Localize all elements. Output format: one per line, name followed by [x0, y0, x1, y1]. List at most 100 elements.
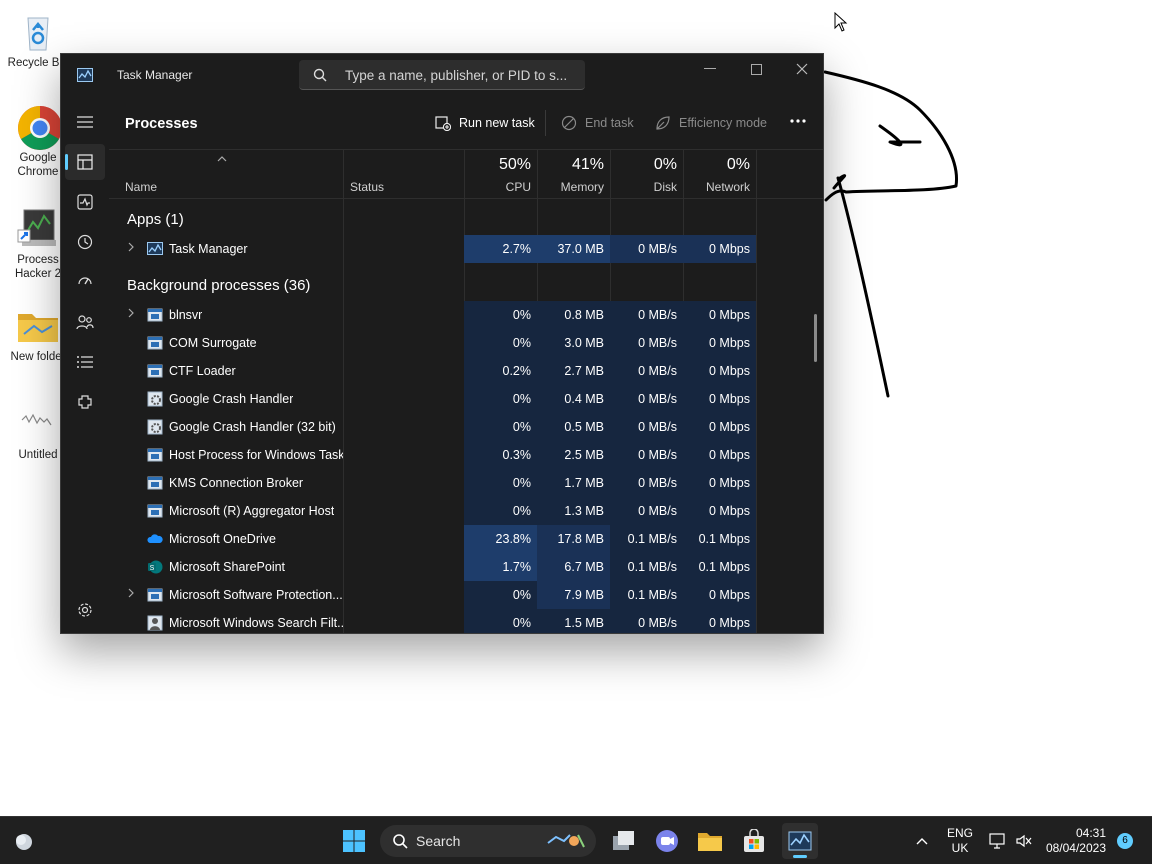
- scribble-drawing: [823, 70, 959, 398]
- process-memory-value: 0.5 MB: [537, 413, 610, 441]
- search-input[interactable]: [345, 64, 577, 86]
- network-total-percent: 0%: [726, 156, 750, 173]
- process-row[interactable]: Task Manager 2.7% 37.0 MB 0 MB/s 0 Mbps: [109, 235, 757, 263]
- mouse-cursor-icon: [834, 12, 848, 32]
- taskbar-search[interactable]: Search: [380, 825, 596, 857]
- nav-startup-apps[interactable]: [65, 264, 105, 300]
- process-row[interactable]: Microsoft Software Protection... 0% 7.9 MB…: [109, 581, 757, 609]
- minimize-icon: [704, 68, 716, 69]
- notification-badge[interactable]: 6: [1117, 833, 1133, 849]
- chat-button[interactable]: [653, 827, 681, 855]
- process-memory-value: 17.8 MB: [537, 525, 610, 553]
- process-name: Microsoft OneDrive: [169, 532, 276, 546]
- details-icon: [77, 356, 93, 368]
- nav-settings[interactable]: [65, 592, 105, 628]
- process-icon: [147, 531, 163, 547]
- file-explorer-button[interactable]: [696, 827, 724, 855]
- process-row[interactable]: Host Process for Windows Tasks 0.3% 2.5 MB…: [109, 441, 757, 469]
- process-row[interactable]: S Microsoft SharePoint 1.7% 6.7 MB 0.1 MB/s 0…: [109, 553, 757, 581]
- column-disk-label: Disk: [653, 180, 677, 194]
- close-button[interactable]: [779, 54, 823, 84]
- process-network-value: 0 Mbps: [683, 441, 756, 469]
- column-cpu-label: CPU: [505, 180, 531, 194]
- column-memory-label: Memory: [560, 180, 604, 194]
- network-status-button[interactable]: [984, 827, 1012, 855]
- volume-button[interactable]: [1010, 827, 1038, 855]
- process-icon: [147, 615, 163, 631]
- more-options-button[interactable]: [789, 110, 807, 132]
- active-app-indicator: [793, 855, 807, 858]
- more-options-icon: [790, 119, 806, 123]
- clock-date: 08/04/2023: [1045, 841, 1106, 855]
- widgets-button[interactable]: [10, 827, 38, 855]
- process-cpu-value: 0%: [464, 301, 537, 329]
- column-header-network[interactable]: 0% Network: [683, 150, 756, 198]
- hamburger-menu-button[interactable]: [65, 104, 105, 140]
- settings-icon: [78, 603, 92, 617]
- process-row[interactable]: Microsoft OneDrive 23.8% 17.8 MB 0.1 MB/s 0.…: [109, 525, 757, 553]
- process-row[interactable]: KMS Connection Broker 0% 1.7 MB 0 MB/s 0 Mbp…: [109, 469, 757, 497]
- process-memory-value: 1.7 MB: [537, 469, 610, 497]
- process-row[interactable]: Microsoft Windows Search Filt... 0% 1.5 MB…: [109, 609, 757, 633]
- process-disk-value: 0 MB/s: [610, 413, 683, 441]
- task-manager-window: Task Manager Type a name, publisher, or …: [60, 53, 824, 634]
- process-network-value: 0 Mbps: [683, 235, 756, 263]
- process-network-value: 0 Mbps: [683, 609, 756, 633]
- run-new-task-button[interactable]: Run new task: [435, 112, 535, 134]
- run-new-task-icon: [435, 116, 451, 131]
- microsoft-store-button[interactable]: [740, 827, 768, 855]
- process-row[interactable]: COM Surrogate 0% 3.0 MB 0 MB/s 0 Mbps: [109, 329, 757, 357]
- minimize-button[interactable]: [687, 54, 733, 84]
- process-row[interactable]: blnsvr 0% 0.8 MB 0 MB/s 0 Mbps: [109, 301, 757, 329]
- clock[interactable]: 04:31 08/04/2023: [1042, 826, 1106, 856]
- chrome-icon: [16, 104, 62, 150]
- column-header-name[interactable]: Name: [109, 150, 343, 198]
- startup-apps-icon: [78, 277, 92, 285]
- column-header-cpu[interactable]: 50% CPU: [464, 150, 537, 198]
- start-button[interactable]: [340, 827, 368, 855]
- process-row[interactable]: Microsoft (R) Aggregator Host 0% 1.3 MB 0 M…: [109, 497, 757, 525]
- keyboard-layout: UK: [951, 841, 969, 855]
- task-view-button[interactable]: [610, 827, 638, 855]
- column-header-disk[interactable]: 0% Disk: [610, 150, 683, 198]
- show-hidden-icons-button[interactable]: [908, 827, 936, 855]
- disk-total-percent: 0%: [653, 156, 677, 173]
- process-name: Microsoft Software Protection...: [169, 588, 343, 602]
- volume-muted-icon: [1016, 834, 1032, 848]
- end-task-button[interactable]: End task: [561, 112, 634, 134]
- process-cpu-value: 0%: [464, 497, 537, 525]
- process-icon: [147, 335, 163, 351]
- input-language-indicator[interactable]: ENG UK: [942, 826, 978, 856]
- folder-icon: [16, 304, 60, 348]
- process-network-value: 0 Mbps: [683, 497, 756, 525]
- process-cpu-value: 0.3%: [464, 441, 537, 469]
- column-header-status[interactable]: Status: [343, 150, 464, 198]
- process-network-value: 0 Mbps: [683, 357, 756, 385]
- column-header-memory[interactable]: 41% Memory: [537, 150, 610, 198]
- memory-total-percent: 41%: [571, 156, 604, 173]
- nav-details[interactable]: [65, 344, 105, 380]
- process-name: Microsoft (R) Aggregator Host: [169, 504, 335, 518]
- nav-processes[interactable]: [65, 144, 105, 180]
- search-box[interactable]: [299, 60, 585, 90]
- process-memory-value: 2.5 MB: [537, 441, 610, 469]
- nav-services[interactable]: [65, 384, 105, 420]
- nav-performance[interactable]: [65, 184, 105, 220]
- expand-chevron-icon[interactable]: [127, 308, 135, 321]
- task-manager-taskbar-button[interactable]: [782, 823, 818, 859]
- expand-chevron-icon[interactable]: [127, 588, 135, 601]
- expand-chevron-icon[interactable]: [127, 242, 135, 255]
- maximize-button[interactable]: [733, 54, 779, 84]
- process-row[interactable]: CTF Loader 0.2% 2.7 MB 0 MB/s 0 Mbps: [109, 357, 757, 385]
- weather-widget-icon: [16, 834, 32, 850]
- window-title: Task Manager: [117, 68, 193, 82]
- chevron-up-icon: [916, 838, 928, 845]
- efficiency-mode-button[interactable]: Efficiency mode: [655, 112, 767, 134]
- process-row[interactable]: Google Crash Handler 0% 0.4 MB 0 MB/s 0 Mbps: [109, 385, 757, 413]
- nav-users[interactable]: [65, 304, 105, 340]
- process-row[interactable]: Google Crash Handler (32 bit) 0% 0.5 MB 0 M…: [109, 413, 757, 441]
- process-disk-value: 0 MB/s: [610, 385, 683, 413]
- process-icon: [147, 503, 163, 519]
- nav-app-history[interactable]: [65, 224, 105, 260]
- vertical-scrollbar[interactable]: [814, 314, 817, 362]
